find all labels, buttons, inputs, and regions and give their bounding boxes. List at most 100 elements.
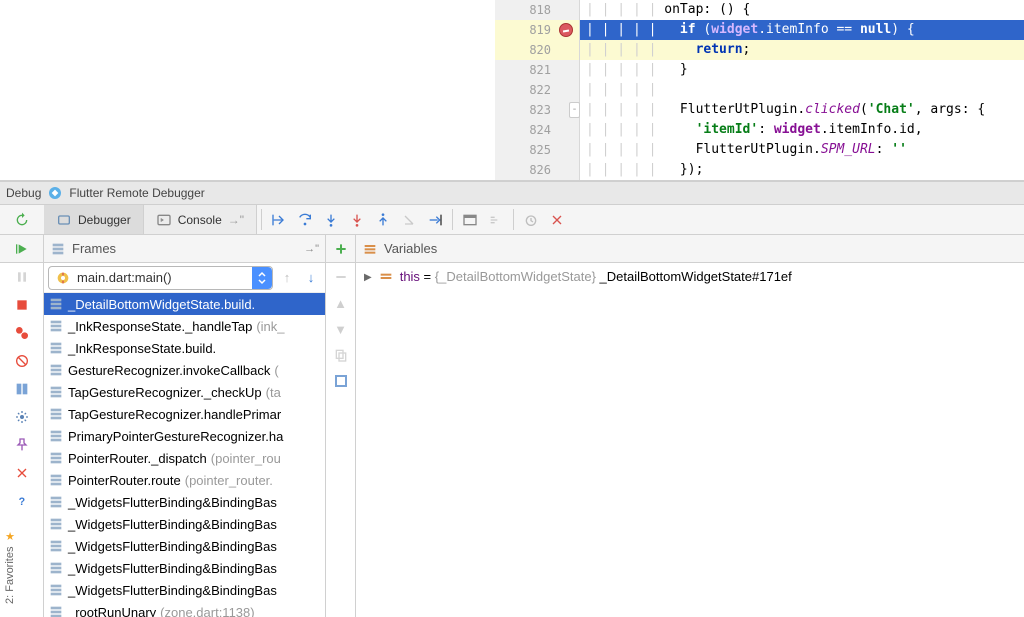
next-frame-button[interactable]: ↓ [301, 268, 321, 288]
variables-icon [362, 241, 378, 257]
new-watch-button[interactable] [331, 239, 351, 259]
remove-watch-button[interactable] [331, 267, 351, 287]
vars-side-gutter: ▲ ▼ [326, 263, 356, 617]
stack-frame[interactable]: _InkResponseState._handleTap (ink_ [44, 315, 325, 337]
evaluate-expression-button[interactable] [457, 205, 483, 234]
pin-tab-button[interactable] [12, 435, 32, 455]
star-icon: ★ [5, 530, 15, 543]
close-tab-button[interactable] [12, 463, 32, 483]
stack-frame[interactable]: _WidgetsFlutterBinding&BindingBas [44, 557, 325, 579]
variable-icon [378, 269, 394, 285]
timer-button[interactable] [518, 205, 544, 234]
step-into-button[interactable] [318, 205, 344, 234]
show-execution-point-button[interactable] [266, 205, 292, 234]
frame-icon [48, 494, 64, 510]
code-area[interactable]: | | | | | onTap: () { | | | | | if (widg… [580, 0, 1024, 180]
variables-panel[interactable]: ▶ this = {_DetailBottomWidgetState} _Det… [356, 263, 1024, 617]
thread-selector[interactable]: main.dart:main() [48, 266, 273, 290]
stack-frame[interactable]: PointerRouter.route (pointer_router. [44, 469, 325, 491]
stack-frame[interactable]: _DetailBottomWidgetState.build. [44, 293, 325, 315]
stack-frame[interactable]: PointerRouter._dispatch (pointer_rou [44, 447, 325, 469]
debug-toolwindow-header[interactable]: Debug Flutter Remote Debugger [0, 181, 1024, 205]
chevron-up-down-icon[interactable] [252, 267, 272, 289]
call-stack-list[interactable]: _DetailBottomWidgetState.build._InkRespo… [44, 293, 325, 617]
fold-icon[interactable]: - [569, 102, 580, 118]
line-number[interactable]: 825 [495, 140, 579, 160]
frames-panel: main.dart:main() ↑ ↓ _DetailBottomWidget… [44, 263, 326, 617]
settings-button[interactable] [12, 407, 32, 427]
pause-button[interactable] [12, 267, 32, 287]
variable-value: _DetailBottomWidgetState#171ef [596, 269, 792, 284]
editor-left-blank [0, 0, 495, 180]
frame-icon [48, 516, 64, 532]
help-button[interactable]: ? [12, 491, 32, 511]
frame-icon [48, 560, 64, 576]
variables-panel-header[interactable]: Variables [356, 235, 1024, 262]
prev-frame-button[interactable]: ↑ [277, 268, 297, 288]
stack-frame[interactable]: _WidgetsFlutterBinding&BindingBas [44, 491, 325, 513]
mute-breakpoints-button[interactable] [12, 351, 32, 371]
step-out-button[interactable] [370, 205, 396, 234]
variable-name: this [400, 269, 420, 284]
line-number[interactable]: 826 [495, 160, 579, 180]
stack-frame[interactable]: PrimaryPointerGestureRecognizer.ha [44, 425, 325, 447]
resume-button[interactable] [12, 239, 32, 259]
debug-session-title: Flutter Remote Debugger [69, 186, 204, 200]
stack-frame[interactable]: TapGestureRecognizer.handlePrimar [44, 403, 325, 425]
frame-icon [48, 604, 64, 617]
line-number[interactable]: 818 [495, 0, 579, 20]
favorites-toolwindow-stripe[interactable]: 2: Favorites ★ [0, 517, 20, 617]
editor-gutter[interactable]: 818 819 820 821 822 823- 824 825 826 [495, 0, 580, 180]
get-thread-dump-button[interactable] [12, 379, 32, 399]
stack-frame[interactable]: _InkResponseState.build. [44, 337, 325, 359]
stack-frame[interactable]: _rootRunUnary (zone.dart:1138) [44, 601, 325, 617]
trace-button[interactable] [483, 205, 509, 234]
stack-frame[interactable]: _WidgetsFlutterBinding&BindingBas [44, 535, 325, 557]
frame-icon [48, 450, 64, 466]
line-number[interactable]: 819 [495, 20, 579, 40]
frame-icon [48, 406, 64, 422]
step-over-button[interactable] [292, 205, 318, 234]
frame-icon [48, 296, 64, 312]
frame-icon [48, 472, 64, 488]
frames-panel-header[interactable]: Frames →" [44, 235, 326, 262]
line-number[interactable]: 824 [495, 120, 579, 140]
stack-frame[interactable]: _WidgetsFlutterBinding&BindingBas [44, 513, 325, 535]
console-icon [156, 212, 172, 228]
debug-panel-body: ? main.dart:main() ↑ ↓ _DetailBottomWidg… [0, 263, 1024, 617]
frame-icon [48, 340, 64, 356]
debug-label: Debug [6, 186, 41, 200]
frame-icon [48, 538, 64, 554]
view-breakpoints-button[interactable] [12, 323, 32, 343]
pin-icon[interactable]: →" [304, 243, 319, 255]
copy-watch-button[interactable] [331, 345, 351, 365]
rerun-button[interactable] [12, 210, 32, 230]
stack-frame[interactable]: _WidgetsFlutterBinding&BindingBas [44, 579, 325, 601]
tab-debugger[interactable]: Debugger [44, 205, 144, 234]
expand-icon[interactable]: ▶ [364, 272, 372, 283]
line-number[interactable]: 823- [495, 100, 579, 120]
watches-view-button[interactable] [331, 371, 351, 391]
line-number[interactable]: 822 [495, 80, 579, 100]
frames-icon [50, 241, 66, 257]
debugger-icon [56, 212, 72, 228]
run-to-cursor-button[interactable] [422, 205, 448, 234]
clear-button[interactable] [544, 205, 570, 234]
force-step-into-button[interactable] [344, 205, 370, 234]
frame-icon [48, 318, 64, 334]
line-number[interactable]: 820 [495, 40, 579, 60]
watch-up-button[interactable]: ▲ [331, 293, 351, 313]
tab-console[interactable]: Console →" [144, 205, 257, 234]
drop-frame-button[interactable] [396, 205, 422, 234]
breakpoint-icon[interactable] [559, 23, 573, 37]
frame-icon [48, 384, 64, 400]
stack-frame[interactable]: GestureRecognizer.invokeCallback ( [44, 359, 325, 381]
thread-icon [55, 270, 71, 286]
stop-button[interactable] [12, 295, 32, 315]
frame-icon [48, 362, 64, 378]
stack-frame[interactable]: TapGestureRecognizer._checkUp (ta [44, 381, 325, 403]
variable-type: {_DetailBottomWidgetState} [435, 269, 596, 284]
line-number[interactable]: 821 [495, 60, 579, 80]
code-editor: 818 819 820 821 822 823- 824 825 826 | |… [0, 0, 1024, 181]
watch-down-button[interactable]: ▼ [331, 319, 351, 339]
